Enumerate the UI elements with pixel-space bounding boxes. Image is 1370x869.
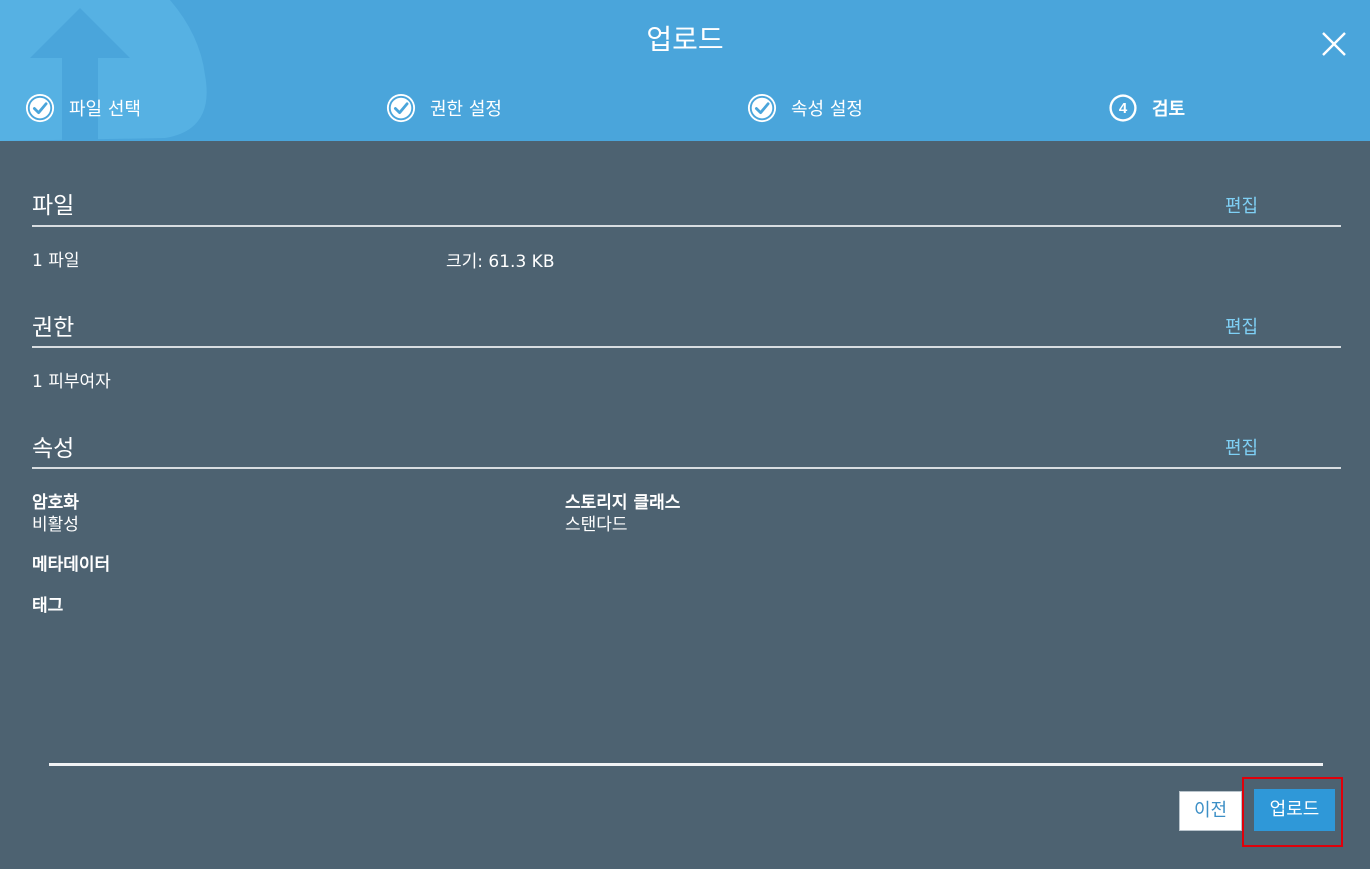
check-circle-icon: [386, 93, 416, 123]
step-number-circle: 4: [1109, 94, 1137, 122]
upload-button[interactable]: 업로드: [1254, 789, 1335, 831]
storage-class-value: 스탠다드: [565, 515, 628, 535]
step-number: 4: [1119, 100, 1128, 117]
encryption-value: 비활성: [32, 515, 79, 535]
dialog-header: 업로드 파일 선택 권한 설정 속성 설정 4 검토: [0, 0, 1370, 141]
section-divider: [32, 346, 1341, 348]
properties-edit-link[interactable]: 편집: [1225, 434, 1258, 460]
properties-section-title: 속성: [32, 436, 75, 462]
section-divider: [32, 225, 1341, 227]
check-circle-icon: [25, 93, 55, 123]
files-edit-link[interactable]: 편집: [1225, 192, 1258, 218]
step-label: 속성 설정: [791, 99, 863, 120]
step-set-properties[interactable]: 속성 설정: [747, 90, 863, 126]
metadata-label: 메타데이터: [32, 555, 111, 575]
previous-button[interactable]: 이전: [1179, 791, 1242, 831]
step-review[interactable]: 4 검토: [1108, 90, 1185, 126]
file-count: 1 파일: [32, 251, 80, 271]
upload-dialog: 업로드 파일 선택 권한 설정 속성 설정 4 검토 파일 편집 1 파일 크기…: [0, 0, 1370, 869]
close-icon[interactable]: [1318, 28, 1350, 60]
check-circle-icon: [747, 93, 777, 123]
file-size: 크기: 61.3 KB: [446, 252, 555, 272]
step-label: 권한 설정: [430, 99, 502, 120]
step-label: 파일 선택: [69, 99, 141, 120]
grantees-count: 1 피부여자: [32, 372, 111, 392]
files-section-title: 파일: [32, 193, 75, 219]
step-label: 검토: [1152, 99, 1186, 120]
step-set-permissions[interactable]: 권한 설정: [386, 90, 502, 126]
tags-label: 태그: [32, 596, 64, 616]
permissions-edit-link[interactable]: 편집: [1225, 313, 1258, 339]
permissions-section-title: 권한: [32, 315, 75, 341]
dialog-title: 업로드: [646, 23, 724, 56]
step-select-files[interactable]: 파일 선택: [25, 90, 141, 126]
section-divider: [32, 467, 1341, 469]
footer-divider: [49, 763, 1323, 766]
